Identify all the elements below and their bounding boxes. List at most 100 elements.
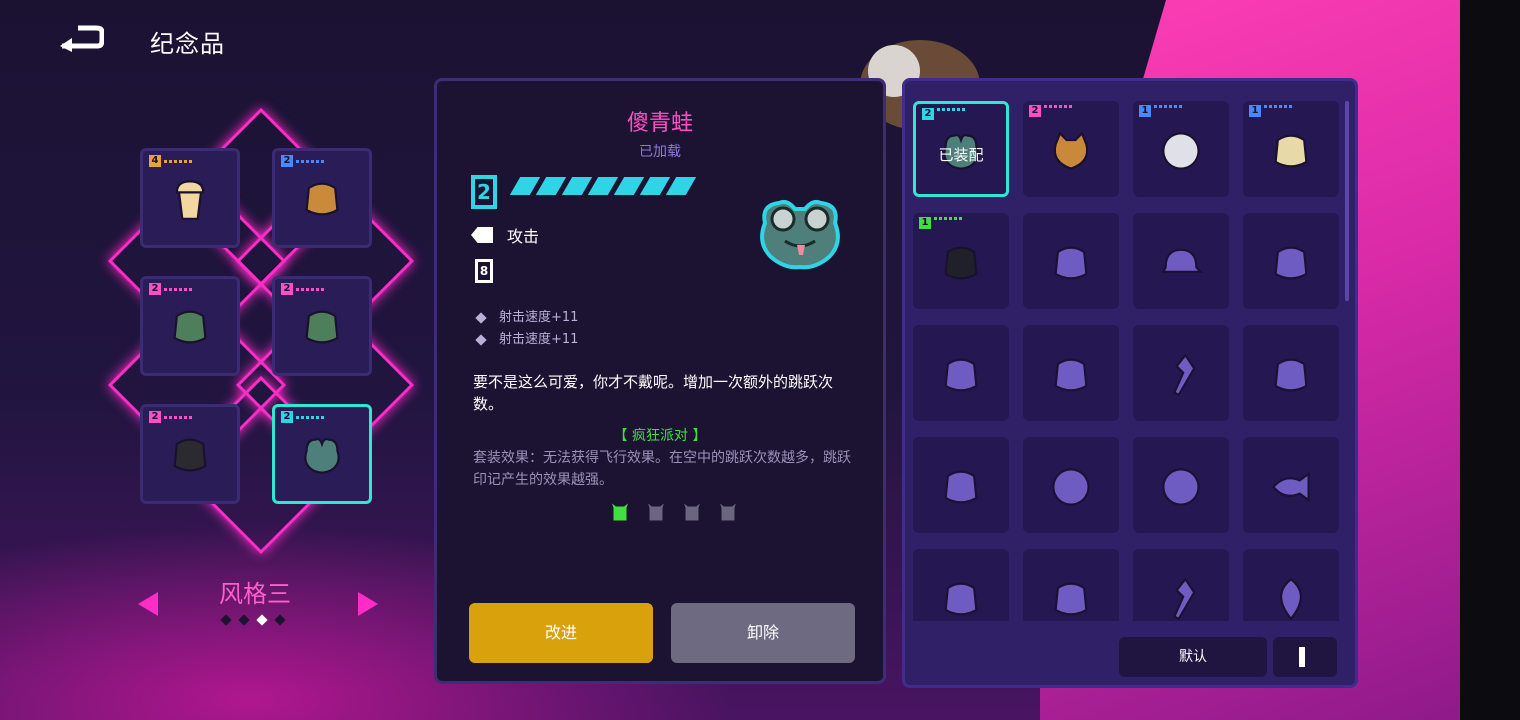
inventory-item-icon bbox=[1049, 465, 1093, 509]
rarity-badge: 2 bbox=[149, 283, 192, 295]
page-dot[interactable] bbox=[256, 614, 268, 626]
inventory-item[interactable] bbox=[1133, 437, 1229, 533]
inventory-item[interactable] bbox=[913, 437, 1009, 533]
inventory-item[interactable] bbox=[1023, 325, 1119, 421]
stat-line: 射击速度+11 bbox=[477, 307, 578, 329]
inventory-item[interactable] bbox=[913, 325, 1009, 421]
level-segment bbox=[639, 177, 671, 195]
eye-disc-icon bbox=[1052, 468, 1090, 506]
inventory-scrollbar[interactable] bbox=[1345, 101, 1349, 301]
style-name: 风格三 bbox=[219, 580, 291, 608]
page-dot[interactable] bbox=[220, 614, 232, 626]
level-segment bbox=[613, 177, 645, 195]
bunny-icon bbox=[610, 501, 630, 521]
remove-button[interactable]: 卸除 bbox=[671, 603, 855, 663]
loadout-slot[interactable]: 2 bbox=[140, 404, 240, 504]
green-x-chest-icon bbox=[305, 310, 339, 344]
inventory-item[interactable] bbox=[1023, 549, 1119, 621]
inventory-item-icon bbox=[1269, 129, 1313, 173]
set-effect: 套装效果：无法获得飞行效果。在空中的跳跃次数越多，跳跃印记产生的效果越强。 bbox=[473, 450, 851, 488]
page-dot[interactable] bbox=[274, 614, 286, 626]
set-name: 【 疯狂派对 】 bbox=[613, 428, 707, 444]
feather-icon bbox=[1172, 353, 1196, 397]
inventory-item-icon bbox=[1159, 465, 1203, 509]
inventory-item[interactable]: 2 已装配 bbox=[913, 101, 1009, 197]
rarity-badge: 1 bbox=[919, 217, 962, 229]
inventory-item[interactable] bbox=[913, 549, 1009, 621]
page-title: 纪念品 bbox=[150, 30, 225, 58]
inventory-item[interactable] bbox=[1023, 213, 1119, 309]
prev-style-button[interactable] bbox=[138, 592, 158, 616]
loadout-slot[interactable]: 2 bbox=[272, 404, 372, 504]
quill-icon bbox=[1172, 577, 1196, 621]
item-tag-label: 攻击 bbox=[507, 227, 540, 246]
bunny-icon bbox=[646, 501, 666, 521]
fish-icon bbox=[1271, 471, 1310, 503]
level-segment bbox=[665, 177, 697, 195]
loadout-slot[interactable]: 2 bbox=[272, 148, 372, 248]
background-edge-strip bbox=[1460, 0, 1520, 720]
level-segment bbox=[535, 177, 567, 195]
inventory-item[interactable] bbox=[1133, 549, 1229, 621]
sort-order-button[interactable] bbox=[1273, 637, 1337, 677]
inventory-item[interactable] bbox=[1023, 437, 1119, 533]
rarity-level: 2 bbox=[281, 283, 293, 295]
inventory-item[interactable] bbox=[1133, 325, 1229, 421]
level-segment bbox=[561, 177, 593, 195]
rarity-level: 2 bbox=[281, 411, 293, 423]
rarity-level: 2 bbox=[1029, 105, 1041, 117]
rarity-level: 2 bbox=[149, 411, 161, 423]
rarity-badge: 2 bbox=[281, 155, 324, 167]
inventory-item-icon bbox=[939, 577, 983, 621]
inventory-item[interactable] bbox=[1243, 549, 1339, 621]
inventory-item-icon bbox=[1159, 129, 1203, 173]
frog-icon bbox=[760, 199, 840, 270]
rarity-level: 1 bbox=[1249, 105, 1261, 117]
default-sort-button[interactable]: 默认 bbox=[1119, 637, 1267, 677]
loadout-slot[interactable]: 2 bbox=[140, 276, 240, 376]
item-slot-number: 8 bbox=[475, 259, 493, 283]
rarity-badge: 2 bbox=[281, 283, 324, 295]
mask-icon bbox=[305, 182, 339, 216]
popcorn-icon bbox=[175, 179, 205, 220]
level-bar bbox=[509, 177, 697, 195]
astronaut-helmet-icon bbox=[1162, 132, 1200, 170]
frog-icon bbox=[304, 437, 340, 474]
inventory-item[interactable]: 1 bbox=[1243, 101, 1339, 197]
rarity-level: 2 bbox=[149, 283, 161, 295]
cat-statue-icon bbox=[944, 470, 978, 504]
owl-icon bbox=[1053, 131, 1089, 170]
scroll-icon bbox=[1274, 246, 1308, 280]
inventory-item[interactable] bbox=[1243, 325, 1339, 421]
shoe-icon bbox=[173, 438, 207, 472]
item-stats: 射击速度+11 射击速度+11 bbox=[477, 307, 578, 351]
inventory-item-icon bbox=[1049, 241, 1093, 285]
loadout-panel: 4 2 2 2 2 2 bbox=[107, 107, 415, 555]
mushroom-icon bbox=[944, 358, 978, 392]
item-status: 已加载 bbox=[639, 144, 681, 160]
inventory-item[interactable]: 1 bbox=[913, 213, 1009, 309]
loadout-slot[interactable]: 2 bbox=[272, 276, 372, 376]
inventory-item[interactable] bbox=[1243, 213, 1339, 309]
next-style-button[interactable] bbox=[358, 592, 378, 616]
inventory-item[interactable] bbox=[1243, 437, 1339, 533]
inventory-item[interactable] bbox=[1133, 213, 1229, 309]
set-progress bbox=[609, 501, 739, 521]
level-segment bbox=[509, 177, 541, 195]
loadout-slot[interactable]: 4 bbox=[140, 148, 240, 248]
crab-icon bbox=[1054, 582, 1088, 616]
inventory-item[interactable]: 1 bbox=[1133, 101, 1229, 197]
page-dot[interactable] bbox=[238, 614, 250, 626]
rarity-level: 1 bbox=[1139, 105, 1151, 117]
item-description: 要不是这么可爱，你才不戴呢。增加一次额外的跳跃次数。 bbox=[473, 373, 834, 413]
inventory-item-icon bbox=[1269, 353, 1313, 397]
inventory-item[interactable]: 2 bbox=[1023, 101, 1119, 197]
back-icon[interactable] bbox=[56, 22, 104, 54]
bunny-icon bbox=[718, 501, 738, 521]
calendar-card-icon bbox=[1274, 134, 1308, 168]
upgrade-button[interactable]: 改进 bbox=[469, 603, 653, 663]
inventory-item-icon bbox=[1159, 353, 1203, 397]
slot-icon-wrap bbox=[168, 177, 212, 229]
frame-icon bbox=[1274, 358, 1308, 392]
item-name: 傻青蛙 bbox=[626, 111, 693, 136]
